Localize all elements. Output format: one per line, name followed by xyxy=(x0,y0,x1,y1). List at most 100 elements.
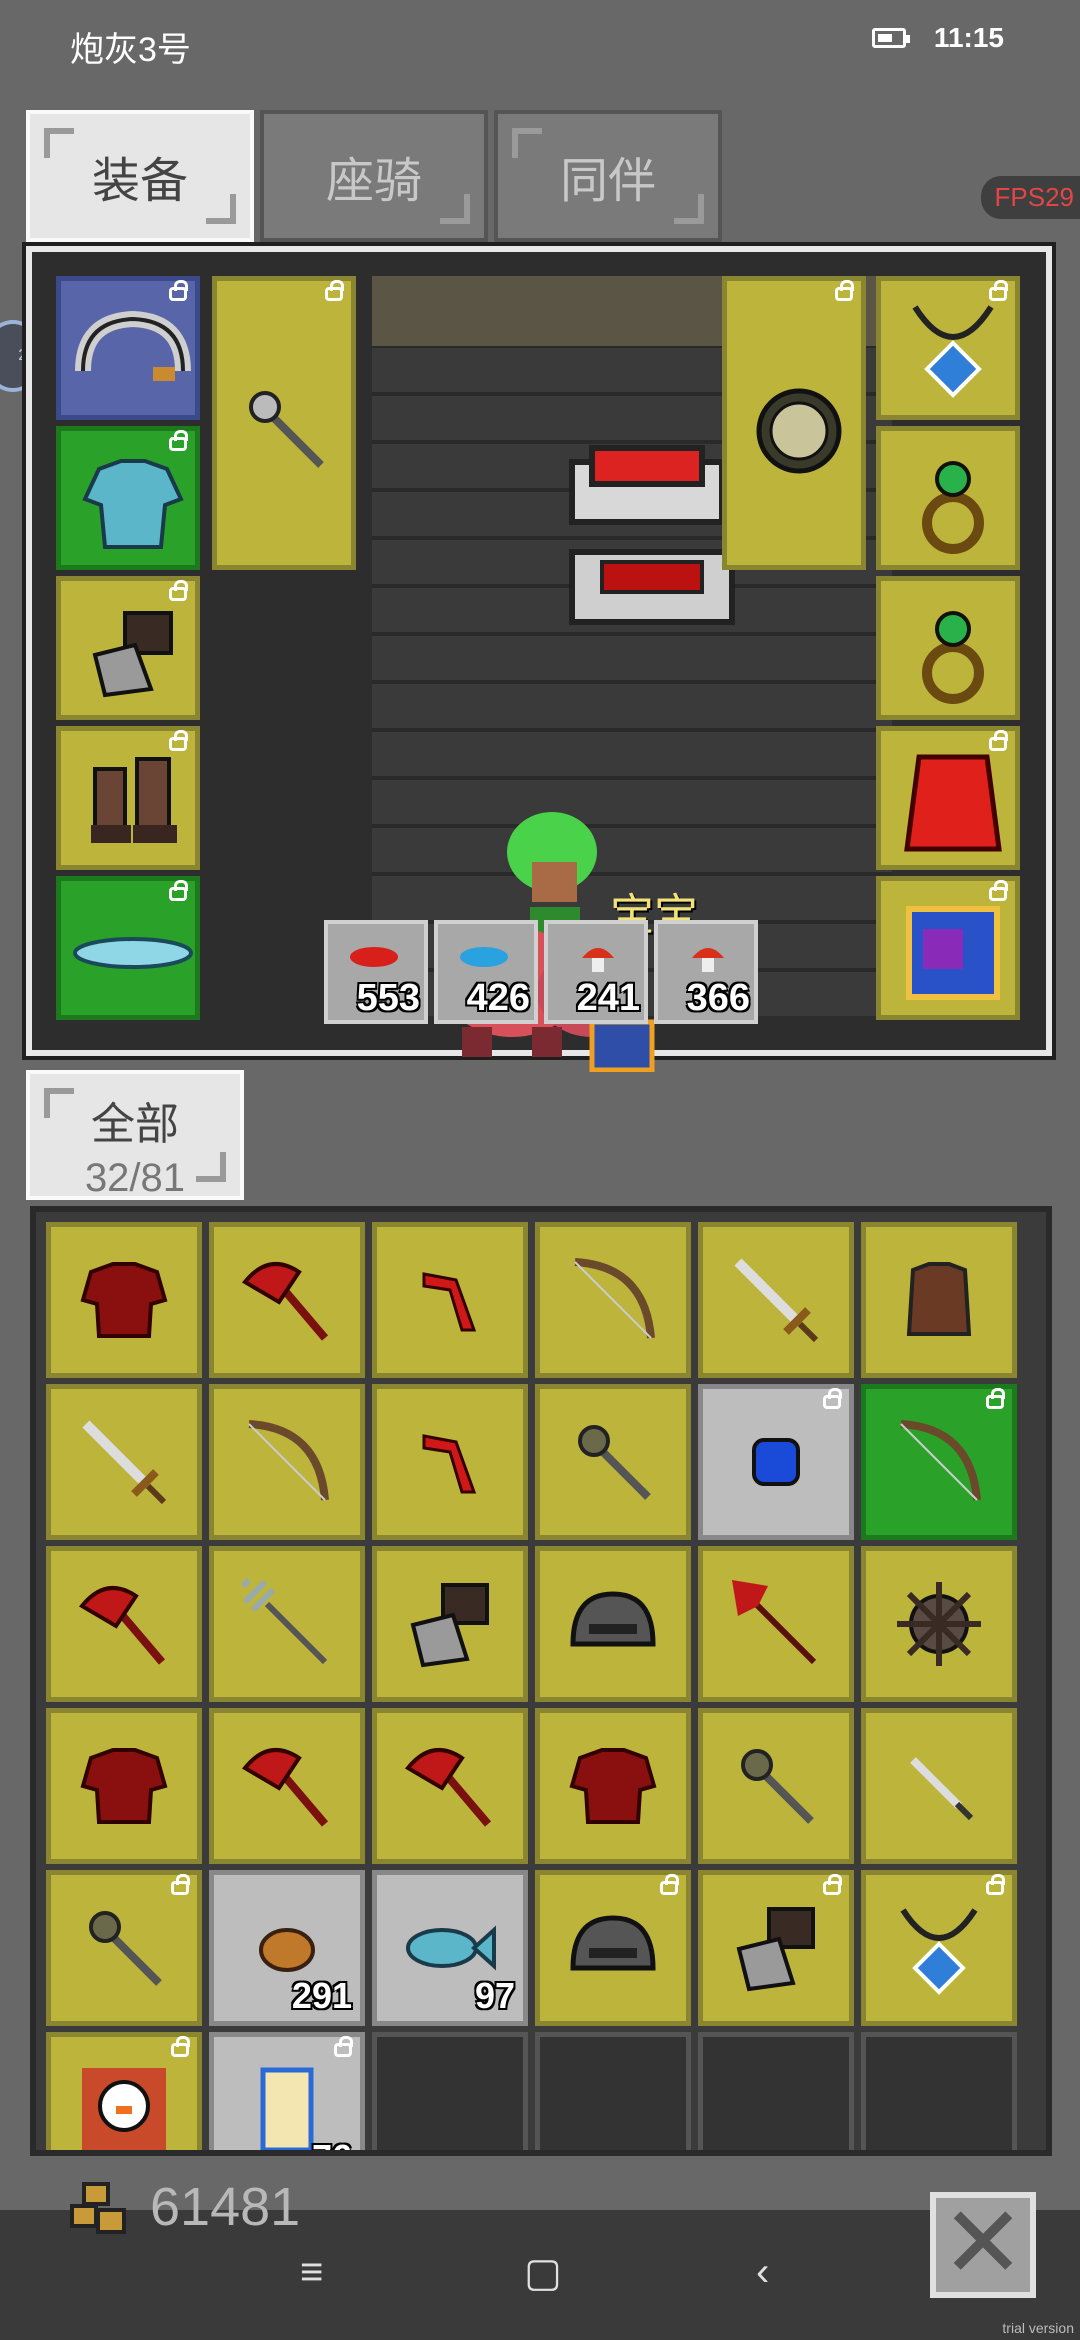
slot-ring-1[interactable] xyxy=(876,426,1020,570)
inventory-item[interactable] xyxy=(46,1222,202,1378)
inventory-item[interactable] xyxy=(372,1222,528,1378)
amulet-icon xyxy=(866,1875,1012,2021)
helmet-icon xyxy=(540,1551,686,1697)
inventory-item[interactable] xyxy=(698,1222,854,1378)
slot-tome[interactable] xyxy=(876,876,1020,1020)
empty-inventory-slot[interactable] xyxy=(698,2032,854,2150)
mushroom-icon xyxy=(692,948,724,972)
inventory-item[interactable] xyxy=(209,1222,365,1378)
inventory-item[interactable] xyxy=(535,1222,691,1378)
inventory-item[interactable] xyxy=(861,1222,1017,1378)
axe-icon xyxy=(377,1713,523,1859)
cape-icon xyxy=(904,754,1002,852)
inventory-item[interactable] xyxy=(372,1546,528,1702)
inventory-item[interactable] xyxy=(372,1708,528,1864)
slot-body-armor[interactable] xyxy=(56,426,200,570)
inventory-item[interactable] xyxy=(46,1546,202,1702)
inventory-item[interactable] xyxy=(861,1384,1017,1540)
status-bar: 炮灰3号 11:15 xyxy=(0,0,1080,90)
lock-icon xyxy=(169,880,188,901)
axe-icon xyxy=(214,1227,360,1373)
empty-inventory-slot[interactable] xyxy=(535,2032,691,2150)
inventory-item[interactable] xyxy=(698,1708,854,1864)
ring-icon xyxy=(922,611,984,704)
inventory-item[interactable] xyxy=(46,1384,202,1540)
spiked-ball-icon xyxy=(866,1551,1012,1697)
consumable-slot-2[interactable]: 426 xyxy=(434,920,538,1024)
slot-weapon[interactable] xyxy=(212,276,356,570)
inventory-item[interactable]: 76 xyxy=(209,2032,365,2150)
category-filter-button[interactable]: 全部 32/81 xyxy=(26,1070,244,1200)
inventory-item[interactable] xyxy=(698,1546,854,1702)
consumable-slot-1[interactable]: 553 xyxy=(324,920,428,1024)
inventory-item[interactable] xyxy=(535,1708,691,1864)
sword-icon xyxy=(703,1227,849,1373)
back-nav-icon[interactable]: ‹ xyxy=(756,2250,769,2295)
lock-icon xyxy=(823,1874,842,1895)
gauntlet-icon xyxy=(377,1551,523,1697)
clock: 11:15 xyxy=(933,22,1004,53)
inventory-item[interactable] xyxy=(535,1384,691,1540)
inventory-item[interactable]: 97 xyxy=(372,1870,528,2026)
gauntlet-icon xyxy=(703,1875,849,2021)
slot-gloves[interactable] xyxy=(56,576,200,720)
inventory-item[interactable] xyxy=(372,1384,528,1540)
sword-icon xyxy=(51,1389,197,1535)
item-count: 366 xyxy=(686,977,750,1019)
watermark: trial version xyxy=(1002,2320,1074,2336)
slot-ring-2[interactable] xyxy=(876,576,1020,720)
armor-icon xyxy=(51,1713,197,1859)
item-count: 76 xyxy=(312,2137,352,2150)
boots-icon xyxy=(91,757,177,843)
vest-icon xyxy=(866,1227,1012,1373)
slot-belt[interactable] xyxy=(56,876,200,1020)
home-nav-icon[interactable]: ▢ xyxy=(524,2250,562,2296)
gauntlet-icon xyxy=(92,611,173,698)
empty-inventory-slot[interactable] xyxy=(861,2032,1017,2150)
inventory-item[interactable] xyxy=(698,1870,854,2026)
inventory-item[interactable] xyxy=(46,1870,202,2026)
lock-icon xyxy=(169,580,188,601)
tab-equipment[interactable]: 装备 xyxy=(26,110,254,242)
helmet-icon xyxy=(540,1875,686,2021)
slot-helmet[interactable] xyxy=(56,276,200,420)
inventory-item[interactable] xyxy=(46,2032,202,2150)
inventory-item[interactable] xyxy=(209,1546,365,1702)
consumable-slot-4[interactable]: 366 xyxy=(654,920,758,1024)
inventory-item[interactable]: 291 xyxy=(209,1870,365,2026)
inventory-item[interactable] xyxy=(535,1546,691,1702)
slot-amulet[interactable] xyxy=(876,276,1020,420)
lock-icon xyxy=(334,2036,353,2057)
mace-icon xyxy=(249,391,324,468)
slot-cape[interactable] xyxy=(876,726,1020,870)
inventory-item[interactable] xyxy=(209,1708,365,1864)
boomerang-icon xyxy=(377,1389,523,1535)
tab-companion-label: 同伴 xyxy=(559,155,656,208)
spear-icon xyxy=(703,1551,849,1697)
empty-inventory-slot[interactable] xyxy=(372,2032,528,2150)
inventory-item[interactable] xyxy=(535,1870,691,2026)
slot-offhand[interactable] xyxy=(722,276,866,570)
fps-counter: FPS29 xyxy=(980,176,1080,219)
consumable-slot-3[interactable]: 241 xyxy=(544,920,648,1024)
close-button[interactable]: ✕ xyxy=(930,2192,1036,2298)
inventory-item[interactable] xyxy=(46,1708,202,1864)
gold-amount: 61481 xyxy=(150,2177,301,2237)
menu-nav-icon[interactable]: ≡ xyxy=(300,2250,323,2295)
item-count: 97 xyxy=(474,1975,515,2016)
inventory-item[interactable] xyxy=(698,1384,854,1540)
bow-icon xyxy=(540,1227,686,1373)
inventory-item[interactable] xyxy=(861,1546,1017,1702)
tab-mount[interactable]: 座骑 xyxy=(260,110,488,242)
battery-icon xyxy=(872,28,910,48)
tab-companion[interactable]: 同伴 xyxy=(494,110,722,242)
item-count: 426 xyxy=(466,977,530,1019)
inventory-item[interactable] xyxy=(861,1870,1017,2026)
belt-icon xyxy=(73,937,193,969)
character-name: 炮灰3号 xyxy=(70,31,191,69)
inventory-item[interactable] xyxy=(209,1384,365,1540)
mace-icon xyxy=(703,1713,849,1859)
slot-boots[interactable] xyxy=(56,726,200,870)
lock-icon xyxy=(169,430,188,451)
inventory-item[interactable] xyxy=(861,1708,1017,1864)
